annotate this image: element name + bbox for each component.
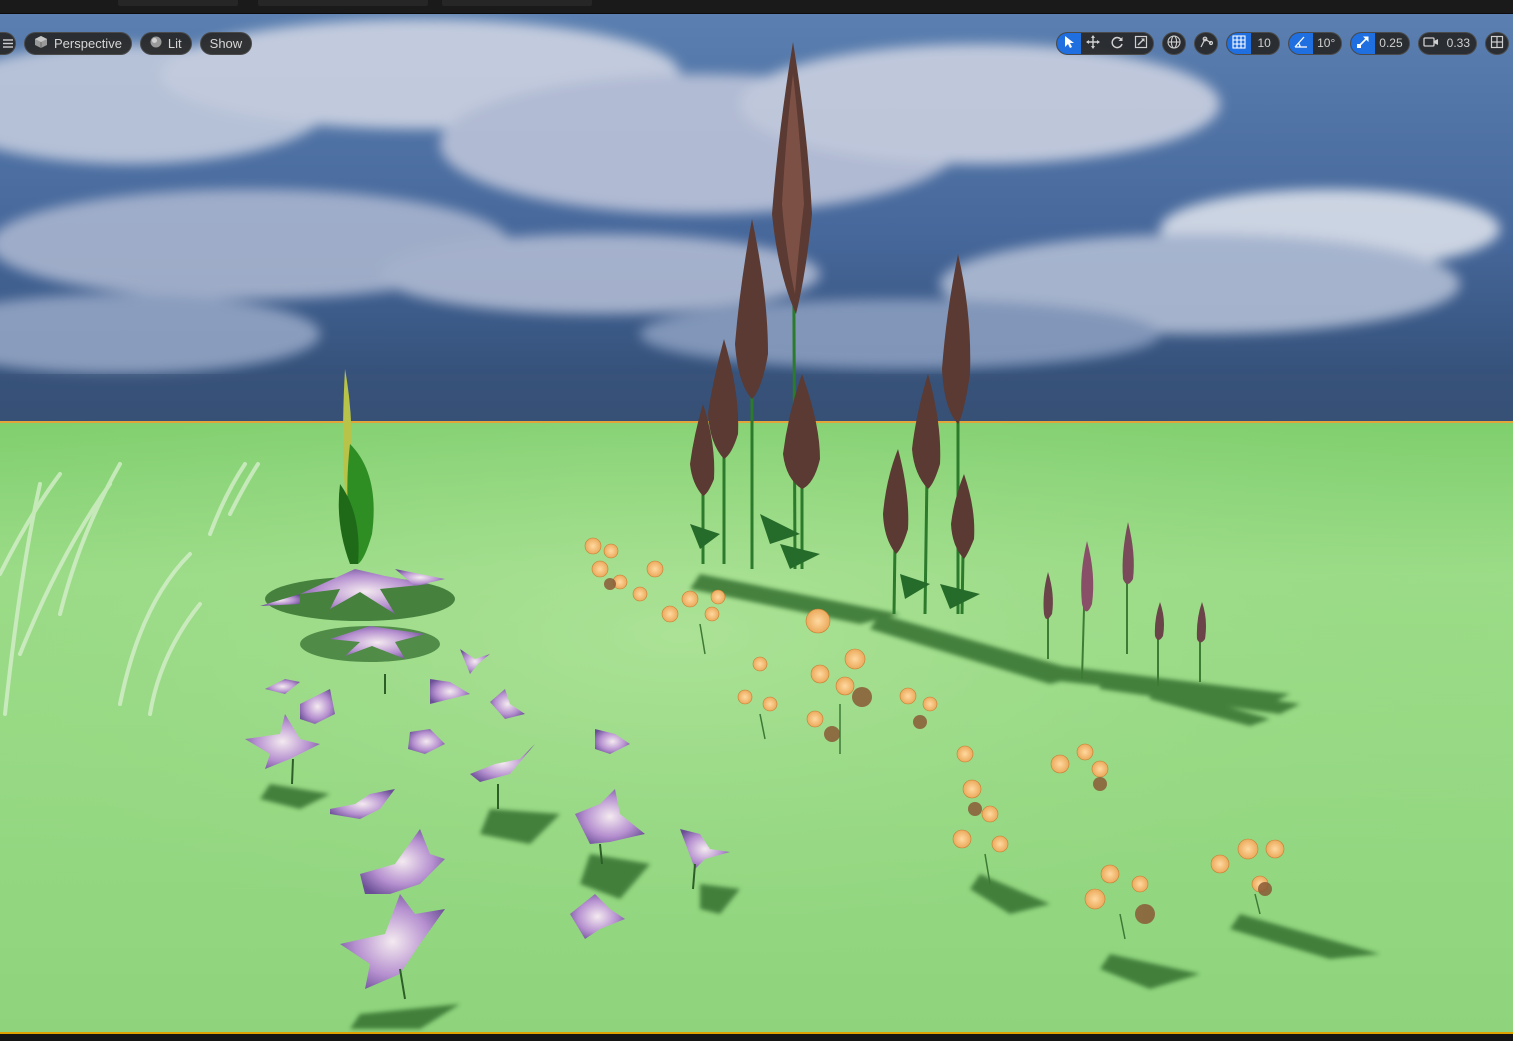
viewport-menu-button[interactable] xyxy=(0,31,16,55)
viewport-layout-button[interactable] xyxy=(1485,31,1509,55)
sphere-icon xyxy=(150,36,162,51)
viewport-layout-icon xyxy=(1490,35,1504,52)
scale-snap-group: 0.25 xyxy=(1350,31,1410,55)
surface-snapping-toggle[interactable] xyxy=(1194,31,1219,55)
rotation-snap-group: 10° xyxy=(1288,31,1343,55)
tab-stub[interactable] xyxy=(258,0,428,6)
camera-speed-value[interactable]: 0.33 xyxy=(1443,33,1476,54)
scale-mode-button[interactable] xyxy=(1129,33,1153,54)
rotation-snap-toggle[interactable] xyxy=(1289,32,1314,54)
lighting-mode-label: Lit xyxy=(167,35,182,51)
world-local-toggle[interactable] xyxy=(1162,31,1187,55)
camera-speed-button[interactable] xyxy=(1419,33,1443,54)
view-mode-label: Perspective xyxy=(54,35,122,51)
rotate-icon xyxy=(1110,35,1124,52)
view-mode-button[interactable]: Perspective xyxy=(24,31,132,55)
grid-snap-toggle[interactable] xyxy=(1227,32,1252,54)
angle-icon xyxy=(1294,35,1308,52)
viewport-selection-border xyxy=(0,1032,1513,1041)
grid-snap-group: 10 xyxy=(1226,31,1281,55)
cursor-icon xyxy=(1063,35,1075,52)
surface-snap-icon xyxy=(1199,35,1214,52)
rotation-snap-value[interactable]: 10° xyxy=(1313,33,1341,54)
editor-top-strip xyxy=(0,0,1513,14)
scale-arrow-icon xyxy=(1356,35,1370,52)
select-mode-button[interactable] xyxy=(1057,32,1082,54)
scene-render xyxy=(0,14,1513,1032)
scale-snap-value[interactable]: 0.25 xyxy=(1375,33,1408,54)
tab-stub[interactable] xyxy=(118,0,238,6)
grid-icon xyxy=(1232,34,1246,52)
camera-icon xyxy=(1422,36,1439,51)
rotate-mode-button[interactable] xyxy=(1105,33,1129,54)
camera-speed-group: 0.33 xyxy=(1417,31,1477,55)
viewport-toolbar-left: Perspective Lit Show xyxy=(0,31,253,55)
transform-tools-group xyxy=(1056,31,1155,55)
scale-icon xyxy=(1134,35,1148,52)
grid-snap-value[interactable]: 10 xyxy=(1251,33,1279,54)
tab-stub[interactable] xyxy=(442,0,592,6)
viewport-toolbar-right: 10 10° 0.25 0.33 xyxy=(1056,31,1509,55)
move-icon xyxy=(1086,34,1101,52)
translate-mode-button[interactable] xyxy=(1081,33,1105,54)
show-flags-label: Show xyxy=(209,35,243,51)
globe-icon xyxy=(1167,34,1181,52)
scale-snap-toggle[interactable] xyxy=(1351,32,1376,54)
cube-icon xyxy=(34,35,48,52)
lighting-mode-button[interactable]: Lit xyxy=(139,31,192,55)
hamburger-icon xyxy=(2,36,13,51)
show-flags-button[interactable]: Show xyxy=(199,31,253,55)
level-viewport[interactable]: Perspective Lit Show 10 10° 0.25 0.33 xyxy=(0,14,1513,1032)
